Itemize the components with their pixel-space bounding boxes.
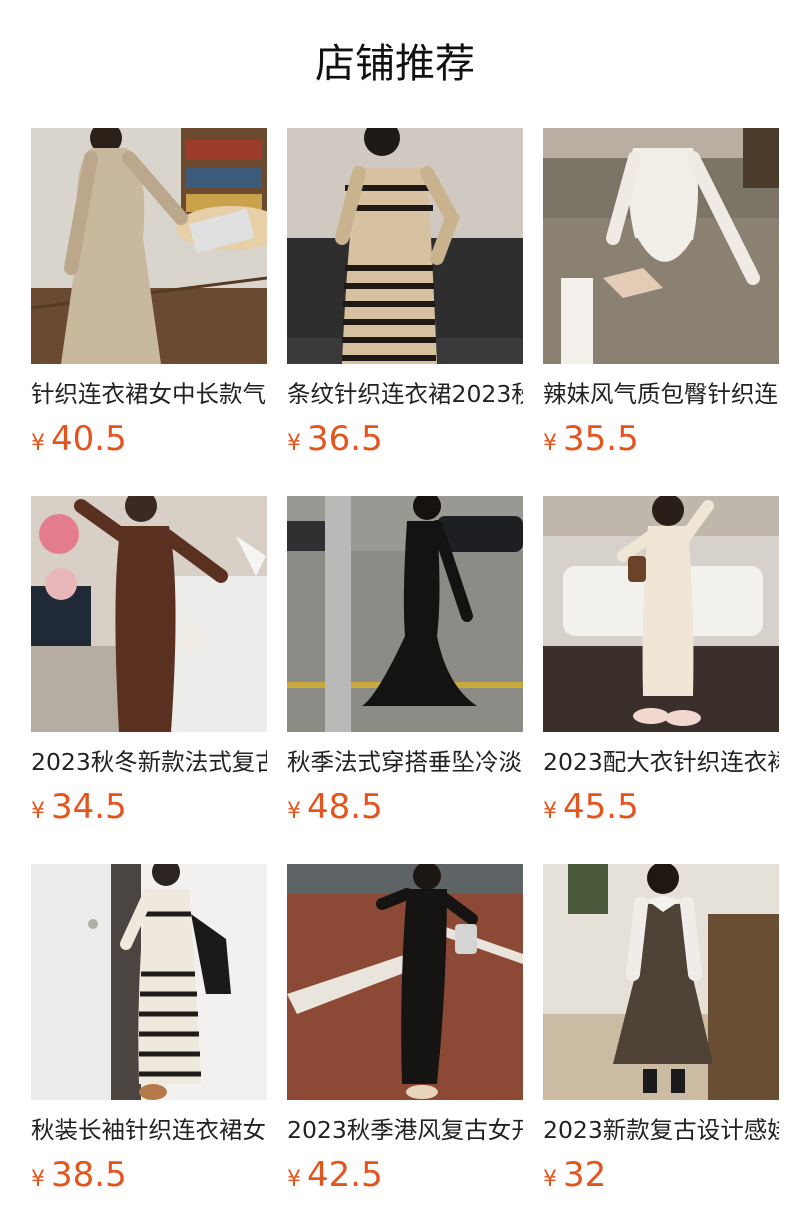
product-price: ¥45.5 [543,784,779,830]
currency-symbol: ¥ [31,1167,45,1192]
price-value: 42.5 [307,1155,383,1195]
product-price: ¥32 [543,1152,779,1198]
price-value: 34.5 [51,787,127,827]
product-name[interactable]: 条纹针织连衣裙2023秋冬新款 [287,376,523,412]
product-image[interactable] [31,128,267,364]
currency-symbol: ¥ [543,799,557,824]
price-value: 35.5 [563,419,639,459]
price-value: 32 [563,1155,607,1195]
product-price: ¥38.5 [31,1152,267,1198]
price-value: 36.5 [307,419,383,459]
product-price: ¥36.5 [287,416,523,462]
page-title: 店铺推荐 [315,41,475,87]
product-name[interactable]: 辣妹风气质包臀针织连衣裙 [543,376,779,412]
product-name[interactable]: 针织连衣裙女中长款气质收腰 [31,376,267,412]
product-price: ¥40.5 [31,416,267,462]
product-name[interactable]: 2023秋冬新款法式复古针织裙 [31,744,267,780]
product-image[interactable] [543,496,779,732]
product-image[interactable] [31,864,267,1100]
product-price: ¥48.5 [287,784,523,830]
product-card[interactable]: 秋装长袖针织连衣裙女条纹 ¥38.5 [31,864,267,1198]
price-value: 38.5 [51,1155,127,1195]
price-value: 45.5 [563,787,639,827]
product-name[interactable]: 2023新款复古设计感娃娃领裙 [543,1112,779,1148]
product-name[interactable]: 秋季法式穿搭垂坠冷淡风长裙 [287,744,523,780]
product-name[interactable]: 2023秋季港风复古女开叉长裙 [287,1112,523,1148]
currency-symbol: ¥ [543,1167,557,1192]
product-card[interactable]: 辣妹风气质包臀针织连衣裙 ¥35.5 [543,128,779,462]
product-card[interactable]: 2023秋季港风复古女开叉长裙 ¥42.5 [287,864,523,1198]
product-price: ¥35.5 [543,416,779,462]
product-card[interactable]: 2023秋冬新款法式复古针织裙 ¥34.5 [31,496,267,830]
product-card[interactable]: 条纹针织连衣裙2023秋冬新款 ¥36.5 [287,128,523,462]
currency-symbol: ¥ [287,799,301,824]
product-image[interactable] [287,496,523,732]
currency-symbol: ¥ [31,431,45,456]
product-name[interactable]: 2023配大衣针织连衣裙女秋冬 [543,744,779,780]
product-price: ¥42.5 [287,1152,523,1198]
product-image[interactable] [287,128,523,364]
price-value: 48.5 [307,787,383,827]
currency-symbol: ¥ [543,431,557,456]
product-price: ¥34.5 [31,784,267,830]
currency-symbol: ¥ [31,799,45,824]
product-image[interactable] [287,864,523,1100]
product-name[interactable]: 秋装长袖针织连衣裙女条纹 [31,1112,267,1148]
product-card[interactable]: 2023配大衣针织连衣裙女秋冬 ¥45.5 [543,496,779,830]
price-value: 40.5 [51,419,127,459]
product-card[interactable]: 针织连衣裙女中长款气质收腰 ¥40.5 [31,128,267,462]
product-image[interactable] [543,128,779,364]
currency-symbol: ¥ [287,1167,301,1192]
product-card[interactable]: 秋季法式穿搭垂坠冷淡风长裙 ¥48.5 [287,496,523,830]
product-image[interactable] [543,864,779,1100]
currency-symbol: ¥ [287,431,301,456]
product-card[interactable]: 2023新款复古设计感娃娃领裙 ¥32 [543,864,779,1198]
product-image[interactable] [31,496,267,732]
